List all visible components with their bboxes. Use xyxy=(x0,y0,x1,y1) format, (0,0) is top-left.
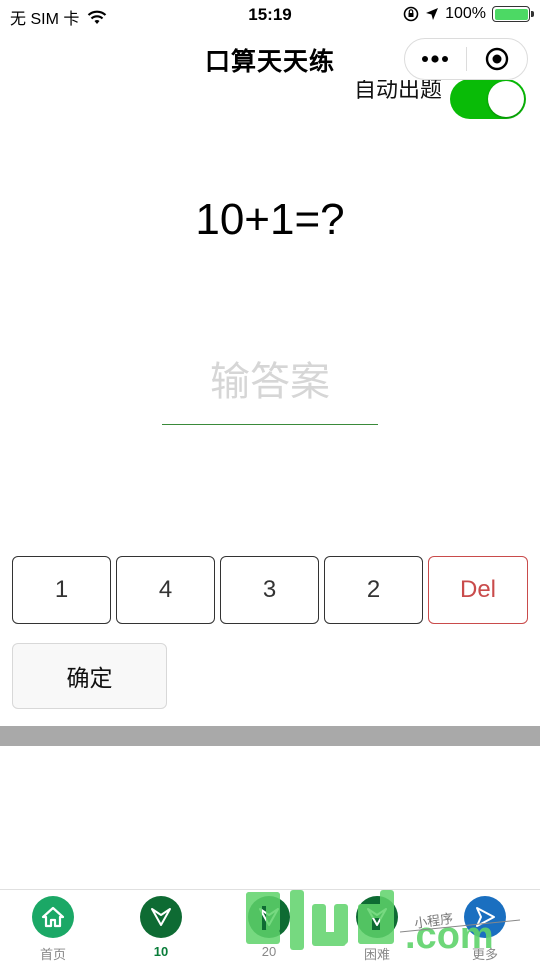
key-option-1[interactable]: 1 xyxy=(12,556,111,624)
send-icon xyxy=(464,896,506,938)
key-option-4[interactable]: 2 xyxy=(324,556,423,624)
auto-question-label: 自动出题 xyxy=(353,80,442,102)
tab-20[interactable]: 20 xyxy=(229,896,309,959)
tab-20-label: 20 xyxy=(261,944,277,959)
confirm-button[interactable]: 确定 xyxy=(12,643,167,709)
tab-bar: 首页 10 20 困难 更多 xyxy=(0,889,540,963)
tab-home[interactable]: 首页 xyxy=(13,896,93,963)
close-mini-program-button[interactable] xyxy=(467,39,528,79)
status-right: 100% xyxy=(403,5,534,23)
tab-hard[interactable]: 困难 xyxy=(337,896,417,963)
arrow-down-icon xyxy=(140,896,182,938)
target-close-icon xyxy=(485,47,508,71)
switch-knob xyxy=(488,81,524,117)
home-icon xyxy=(32,896,74,938)
divider-bar xyxy=(0,726,540,746)
arrow-down-icon xyxy=(356,896,398,938)
answer-keypad: 1 4 3 2 Del xyxy=(12,556,528,624)
more-menu-button[interactable] xyxy=(405,39,466,79)
delete-button[interactable]: Del xyxy=(428,556,528,624)
tab-hard-label: 困难 xyxy=(363,947,390,962)
more-dots-icon xyxy=(422,55,449,63)
tab-home-label: 首页 xyxy=(39,947,66,962)
key-option-2[interactable]: 4 xyxy=(116,556,215,624)
battery-icon xyxy=(492,6,534,22)
tab-more-label: 更多 xyxy=(471,947,498,962)
status-bar: 无 SIM 卡 15:19 100% xyxy=(0,0,540,30)
tab-10-label: 10 xyxy=(153,944,169,959)
question-text: 10+1=? xyxy=(195,195,345,244)
rotation-lock-icon xyxy=(403,6,419,22)
location-icon xyxy=(426,8,439,20)
mini-program-capsule xyxy=(404,38,528,80)
tab-more[interactable]: 更多 xyxy=(445,896,525,963)
tab-10[interactable]: 10 xyxy=(121,896,201,959)
key-option-3[interactable]: 3 xyxy=(220,556,319,624)
auto-question-row: 自动出题 xyxy=(354,80,526,120)
arrow-down-icon xyxy=(248,896,290,938)
battery-percent: 100% xyxy=(445,5,486,22)
answer-input[interactable] xyxy=(162,340,378,425)
auto-question-switch[interactable] xyxy=(450,80,526,119)
